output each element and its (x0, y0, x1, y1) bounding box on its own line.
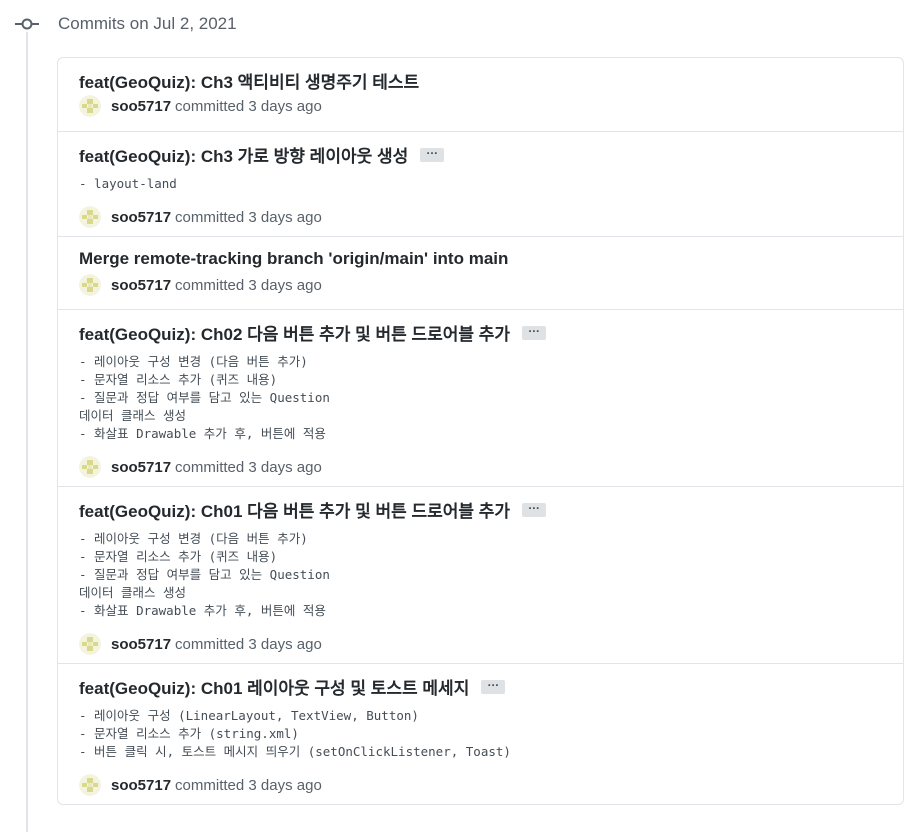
commit-description: - 레이아웃 구성 변경 (다음 버튼 추가) - 문자열 리소스 추가 (퀴즈… (79, 531, 330, 618)
commit-action: committed (175, 208, 245, 226)
commit-time: 3 days ago (248, 635, 322, 653)
commit-time: 3 days ago (248, 776, 322, 794)
commit-description: - 레이아웃 구성 (LinearLayout, TextView, Butto… (79, 708, 511, 759)
commit-author-link[interactable]: soo5717 (111, 98, 171, 115)
ellipsis-icon: … (487, 675, 500, 689)
expand-description-button[interactable]: … (522, 498, 547, 517)
commit-list: feat(GeoQuiz): Ch3 액티비티 생명주기 테스트 soo5717… (57, 57, 904, 805)
commit-title-link[interactable]: feat(GeoQuiz): Ch01 레이아웃 구성 및 토스트 메세지 (79, 674, 469, 699)
commit-title-link[interactable]: feat(GeoQuiz): Ch3 가로 방향 레이아웃 생성 (79, 142, 408, 167)
commit-meta: soo5717 committed 3 days ago (79, 272, 882, 298)
commit-title-link[interactable]: Merge remote-tracking branch 'origin/mai… (79, 249, 508, 269)
commit-author-link[interactable]: soo5717 (111, 636, 171, 653)
commit-meta: soo5717 committed 3 days ago (79, 454, 882, 480)
commit-description: - layout-land (79, 176, 177, 191)
expand-description-button[interactable]: … (522, 321, 547, 340)
commit-action: committed (175, 97, 245, 115)
avatar[interactable] (79, 206, 101, 228)
commit-meta: soo5717 committed 3 days ago (79, 631, 882, 657)
ellipsis-icon: … (527, 498, 541, 512)
commit-time: 3 days ago (248, 458, 322, 476)
commit-title-row: feat(GeoQuiz): Ch3 가로 방향 레이아웃 생성 … (79, 141, 882, 167)
git-commit-icon (15, 18, 39, 30)
commit-title-row: Merge remote-tracking branch 'origin/mai… (79, 246, 882, 272)
commit-author-link[interactable]: soo5717 (111, 277, 171, 294)
commit-author-link[interactable]: soo5717 (111, 459, 171, 476)
commit-action: committed (175, 458, 245, 476)
commit-meta: soo5717 committed 3 days ago (79, 204, 882, 230)
commit-item: feat(GeoQuiz): Ch01 다음 버튼 추가 및 버튼 드로어블 추… (58, 486, 903, 663)
commit-item: feat(GeoQuiz): Ch01 레이아웃 구성 및 토스트 메세지 … … (58, 663, 903, 804)
avatar[interactable] (79, 274, 101, 296)
commit-author-link[interactable]: soo5717 (111, 209, 171, 226)
commit-action: committed (175, 776, 245, 794)
commit-action: committed (175, 276, 245, 294)
ellipsis-icon: … (527, 321, 541, 335)
expand-description-button[interactable]: … (420, 143, 445, 162)
commit-item: Merge remote-tracking branch 'origin/mai… (58, 236, 903, 309)
commit-title-row: feat(GeoQuiz): Ch01 레이아웃 구성 및 토스트 메세지 … (79, 673, 882, 699)
expand-description-button[interactable]: … (481, 675, 506, 694)
avatar[interactable] (79, 633, 101, 655)
commit-item: feat(GeoQuiz): Ch3 가로 방향 레이아웃 생성 … - lay… (58, 131, 903, 236)
avatar[interactable] (79, 774, 101, 796)
commit-title-link[interactable]: feat(GeoQuiz): Ch01 다음 버튼 추가 및 버튼 드로어블 추… (79, 497, 510, 522)
commit-meta: soo5717 committed 3 days ago (79, 93, 882, 119)
commit-time: 3 days ago (248, 208, 322, 226)
commit-time: 3 days ago (248, 276, 322, 294)
commit-group-header: Commits on Jul 2, 2021 (0, 8, 924, 40)
ellipsis-icon: … (426, 143, 439, 157)
commit-title-link[interactable]: feat(GeoQuiz): Ch3 액티비티 생명주기 테스트 (79, 68, 419, 93)
commit-item: feat(GeoQuiz): Ch3 액티비티 생명주기 테스트 soo5717… (58, 58, 903, 131)
commit-title-link[interactable]: feat(GeoQuiz): Ch02 다음 버튼 추가 및 버튼 드로어블 추… (79, 320, 510, 345)
timeline-line (26, 32, 28, 832)
commit-meta: soo5717 committed 3 days ago (79, 772, 882, 798)
avatar[interactable] (79, 456, 101, 478)
commit-action: committed (175, 635, 245, 653)
commit-item: feat(GeoQuiz): Ch02 다음 버튼 추가 및 버튼 드로어블 추… (58, 309, 903, 486)
commit-group-date: Commits on Jul 2, 2021 (58, 14, 237, 33)
commit-title-row: feat(GeoQuiz): Ch02 다음 버튼 추가 및 버튼 드로어블 추… (79, 319, 882, 345)
commit-title-row: feat(GeoQuiz): Ch3 액티비티 생명주기 테스트 (79, 67, 882, 93)
commit-author-link[interactable]: soo5717 (111, 777, 171, 794)
avatar[interactable] (79, 95, 101, 117)
commit-title-row: feat(GeoQuiz): Ch01 다음 버튼 추가 및 버튼 드로어블 추… (79, 496, 882, 522)
commit-description: - 레이아웃 구성 변경 (다음 버튼 추가) - 문자열 리소스 추가 (퀴즈… (79, 354, 330, 441)
commit-time: 3 days ago (248, 97, 322, 115)
